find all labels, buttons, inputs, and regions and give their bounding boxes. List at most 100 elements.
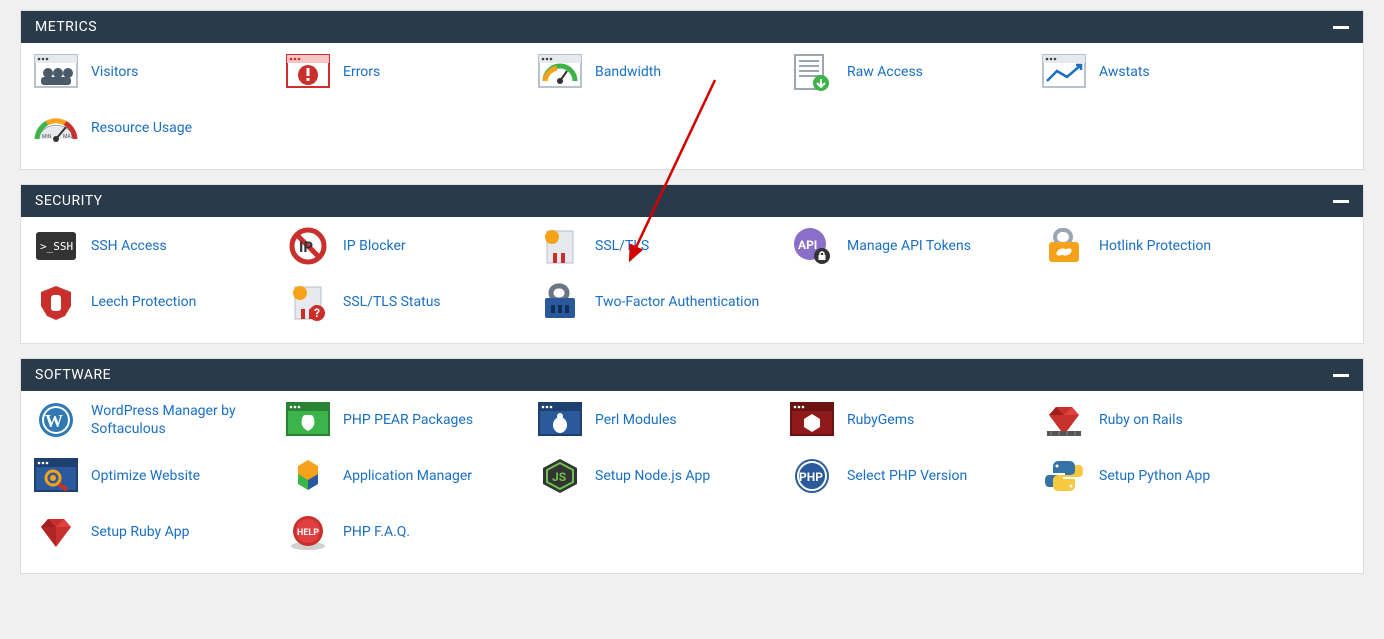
setup-python-item[interactable]: Setup Python App	[1041, 457, 1293, 495]
ruby-on-rails-label: Ruby on Rails	[1099, 411, 1183, 429]
svg-text:JS: JS	[552, 470, 566, 484]
software-panel: SOFTWARE W WordPress Manager by Softacul…	[20, 358, 1364, 574]
select-php-item[interactable]: PHP Select PHP Version	[789, 457, 1041, 495]
hotlink-protection-label: Hotlink Protection	[1099, 237, 1211, 255]
visitors-icon	[33, 53, 79, 91]
bandwidth-item[interactable]: Bandwidth	[537, 53, 789, 91]
leech-protection-label: Leech Protection	[91, 293, 196, 311]
setup-ruby-item[interactable]: Setup Ruby App	[33, 513, 285, 551]
php-pear-icon	[285, 401, 331, 439]
errors-label: Errors	[343, 63, 380, 81]
ip-blocker-icon: IP	[285, 227, 331, 265]
visitors-item[interactable]: Visitors	[33, 53, 285, 91]
svg-text:>_SSH: >_SSH	[40, 240, 73, 253]
resource-usage-item[interactable]: MIN MAX Resource Usage	[33, 109, 285, 147]
software-body: W WordPress Manager by Softaculous PHP P…	[21, 391, 1363, 573]
ssl-tls-label: SSL/TLS	[595, 237, 649, 255]
ssl-tls-status-item[interactable]: ? SSL/TLS Status	[285, 283, 537, 321]
perl-modules-item[interactable]: Perl Modules	[537, 401, 789, 439]
wordpress-manager-label: WordPress Manager by Softaculous	[91, 402, 285, 438]
wordpress-icon: W	[33, 401, 79, 439]
awstats-label: Awstats	[1099, 63, 1150, 81]
visitors-label: Visitors	[91, 63, 138, 81]
svg-text:MIN: MIN	[42, 134, 52, 140]
leech-protection-icon	[33, 283, 79, 321]
manage-api-tokens-label: Manage API Tokens	[847, 237, 971, 255]
setup-nodejs-icon: JS	[537, 457, 583, 495]
security-title: SECURITY	[35, 193, 103, 209]
raw-access-item[interactable]: Raw Access	[789, 53, 1041, 91]
two-factor-auth-icon	[537, 283, 583, 321]
rubygems-label: RubyGems	[847, 411, 914, 429]
php-faq-item[interactable]: HELP PHP F.A.Q.	[285, 513, 537, 551]
ssh-access-label: SSH Access	[91, 237, 167, 255]
svg-text:HELP: HELP	[297, 528, 319, 538]
resource-usage-label: Resource Usage	[91, 119, 192, 137]
metrics-panel: METRICS Visitors Errors Bandwidth	[20, 10, 1364, 170]
errors-item[interactable]: Errors	[285, 53, 537, 91]
setup-ruby-icon	[33, 513, 79, 551]
rubygems-item[interactable]: RubyGems	[789, 401, 1041, 439]
ssh-access-item[interactable]: >_SSH SSH Access	[33, 227, 285, 265]
php-pear-item[interactable]: PHP PEAR Packages	[285, 401, 537, 439]
ruby-on-rails-icon	[1041, 401, 1087, 439]
setup-nodejs-label: Setup Node.js App	[595, 467, 710, 485]
resource-usage-icon: MIN MAX	[33, 109, 79, 147]
manage-api-tokens-item[interactable]: API Manage API Tokens	[789, 227, 1041, 265]
minus-icon[interactable]	[1333, 26, 1349, 29]
errors-icon	[285, 53, 331, 91]
ssl-tls-icon	[537, 227, 583, 265]
php-pear-label: PHP PEAR Packages	[343, 411, 473, 429]
ssl-tls-status-label: SSL/TLS Status	[343, 293, 441, 311]
ip-blocker-item[interactable]: IP IP Blocker	[285, 227, 537, 265]
ruby-on-rails-item[interactable]: Ruby on Rails	[1041, 401, 1293, 439]
svg-text:PHP: PHP	[799, 470, 823, 484]
svg-text:API: API	[798, 238, 817, 252]
raw-access-label: Raw Access	[847, 63, 923, 81]
manage-api-tokens-icon: API	[789, 227, 835, 265]
security-panel: SECURITY >_SSH SSH Access IP IP Blocker …	[20, 184, 1364, 344]
leech-protection-item[interactable]: Leech Protection	[33, 283, 285, 321]
bandwidth-icon	[537, 53, 583, 91]
rubygems-icon	[789, 401, 835, 439]
setup-ruby-label: Setup Ruby App	[91, 523, 189, 541]
minus-icon[interactable]	[1333, 200, 1349, 203]
two-factor-auth-label: Two-Factor Authentication	[595, 293, 759, 311]
metrics-header[interactable]: METRICS	[21, 11, 1363, 43]
two-factor-auth-item[interactable]: Two-Factor Authentication	[537, 283, 789, 321]
hotlink-protection-icon	[1041, 227, 1087, 265]
ssl-tls-status-icon: ?	[285, 283, 331, 321]
minus-icon[interactable]	[1333, 374, 1349, 377]
software-header[interactable]: SOFTWARE	[21, 359, 1363, 391]
setup-python-icon	[1041, 457, 1087, 495]
security-header[interactable]: SECURITY	[21, 185, 1363, 217]
metrics-body: Visitors Errors Bandwidth Raw Access Aws	[21, 43, 1363, 169]
svg-text:?: ?	[314, 306, 320, 320]
security-body: >_SSH SSH Access IP IP Blocker SSL/TLS A…	[21, 217, 1363, 343]
svg-text:MAX: MAX	[63, 134, 74, 140]
optimize-website-label: Optimize Website	[91, 467, 200, 485]
hotlink-protection-item[interactable]: Hotlink Protection	[1041, 227, 1293, 265]
select-php-label: Select PHP Version	[847, 467, 967, 485]
optimize-website-icon	[33, 457, 79, 495]
optimize-website-item[interactable]: Optimize Website	[33, 457, 285, 495]
svg-text:IP: IP	[299, 238, 313, 256]
select-php-icon: PHP	[789, 457, 835, 495]
application-manager-item[interactable]: Application Manager	[285, 457, 537, 495]
ssl-tls-item[interactable]: SSL/TLS	[537, 227, 789, 265]
perl-modules-label: Perl Modules	[595, 411, 677, 429]
application-manager-icon	[285, 457, 331, 495]
metrics-title: METRICS	[35, 19, 97, 35]
svg-text:W: W	[45, 411, 63, 431]
setup-python-label: Setup Python App	[1099, 467, 1210, 485]
awstats-item[interactable]: Awstats	[1041, 53, 1293, 91]
raw-access-icon	[789, 53, 835, 91]
perl-modules-icon	[537, 401, 583, 439]
setup-nodejs-item[interactable]: JS Setup Node.js App	[537, 457, 789, 495]
software-title: SOFTWARE	[35, 367, 111, 383]
ssh-access-icon: >_SSH	[33, 227, 79, 265]
application-manager-label: Application Manager	[343, 467, 472, 485]
wordpress-manager-item[interactable]: W WordPress Manager by Softaculous	[33, 401, 285, 439]
bandwidth-label: Bandwidth	[595, 63, 661, 81]
ip-blocker-label: IP Blocker	[343, 237, 406, 255]
